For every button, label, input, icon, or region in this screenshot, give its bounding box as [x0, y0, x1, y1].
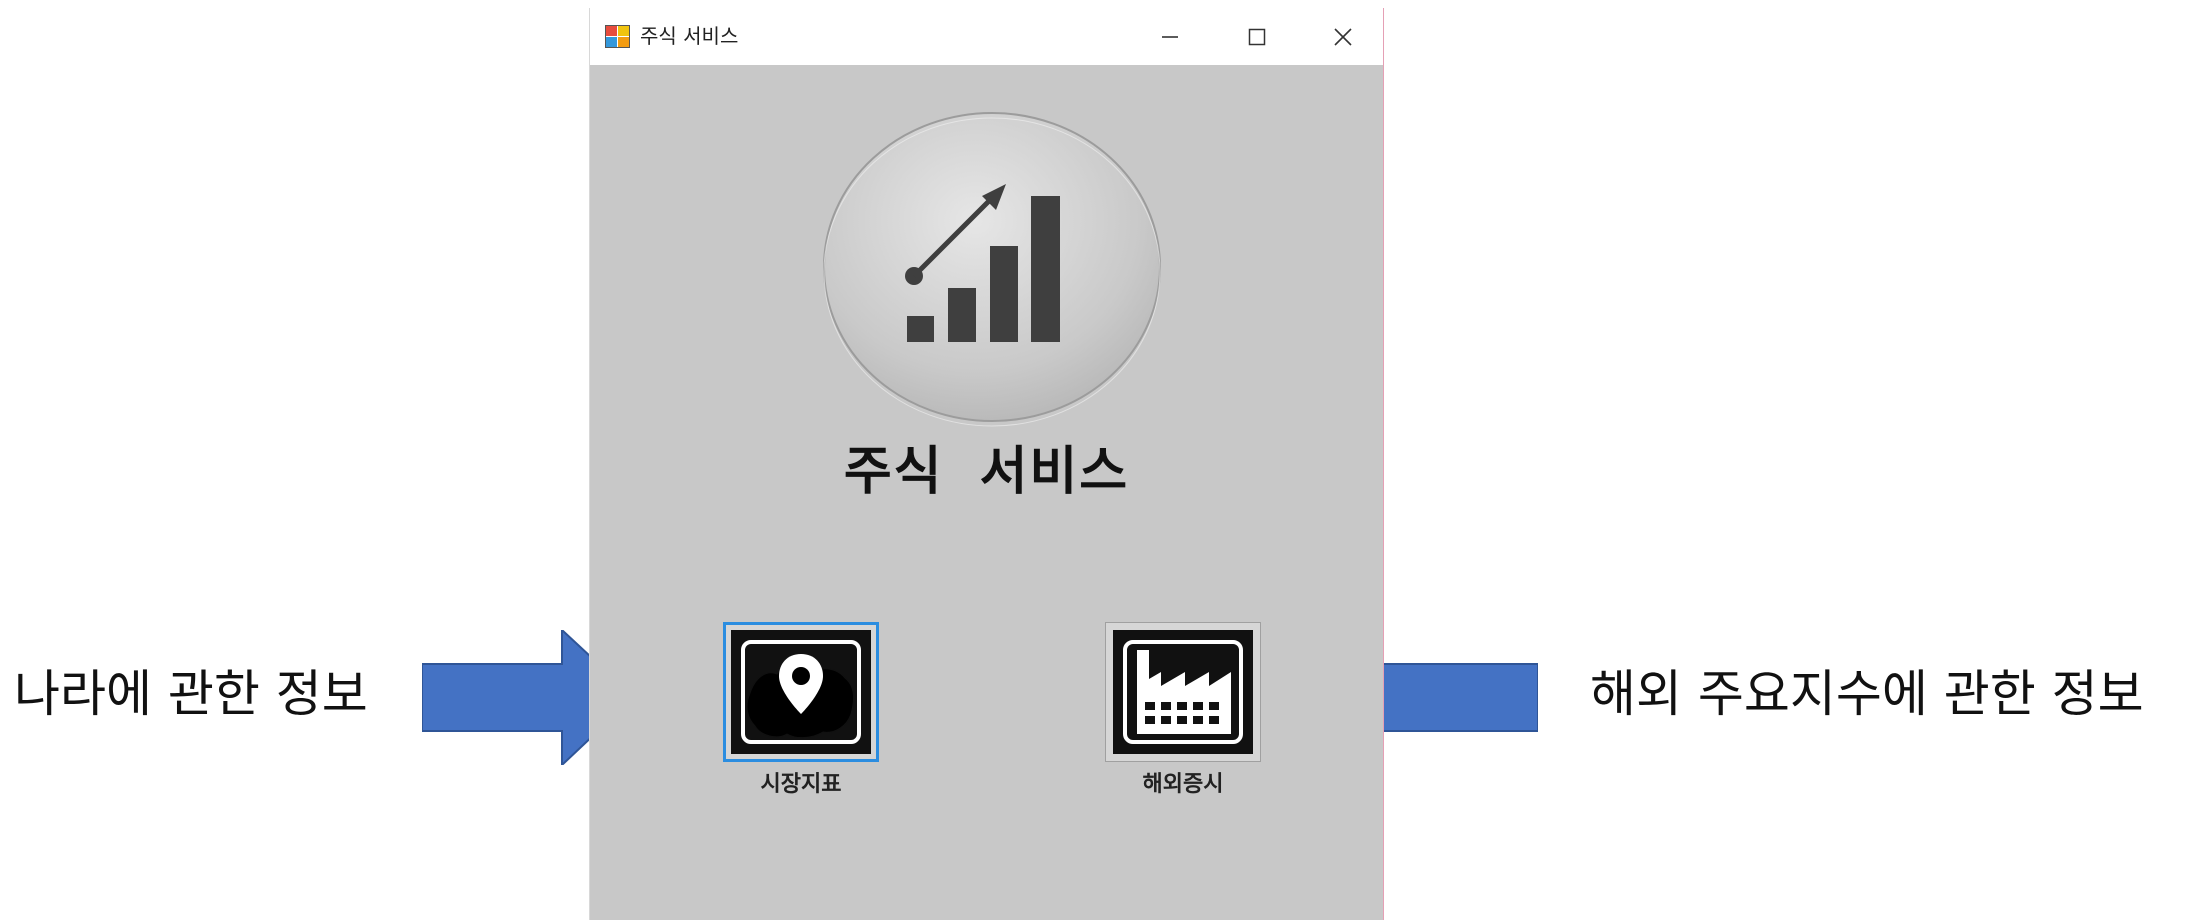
factory-icon [1123, 640, 1243, 744]
minimize-button[interactable] [1129, 8, 1211, 65]
overseas-markets-label: 해외증시 [1142, 772, 1224, 797]
minimize-icon [1162, 35, 1178, 38]
maximize-button[interactable] [1216, 8, 1298, 65]
app-window: 주식 서비스 주식 서비스 시장지표 해외증시 [589, 8, 1384, 920]
stock-growth-chart-icon [823, 112, 1161, 427]
title-bar[interactable]: 주식 서비스 [590, 8, 1383, 65]
window-title: 주식 서비스 [640, 24, 739, 48]
right-annotation-text: 해외 주요지수에 관한 정보 [1590, 665, 2144, 723]
market-indicators-tile [731, 630, 871, 754]
left-annotation-text: 나라에 관한 정보 [14, 665, 368, 723]
maximize-icon [1248, 28, 1266, 45]
market-indicators-button[interactable] [723, 622, 879, 762]
overseas-markets-button[interactable] [1105, 622, 1261, 762]
market-indicators-label: 시장지표 [760, 772, 842, 797]
close-icon [1334, 27, 1352, 46]
service-heading: 주식 서비스 [843, 442, 1130, 502]
overseas-markets-tile [1113, 630, 1253, 754]
app-icon [605, 25, 630, 48]
map-location-pin-icon [741, 640, 861, 744]
close-button[interactable] [1302, 8, 1383, 65]
